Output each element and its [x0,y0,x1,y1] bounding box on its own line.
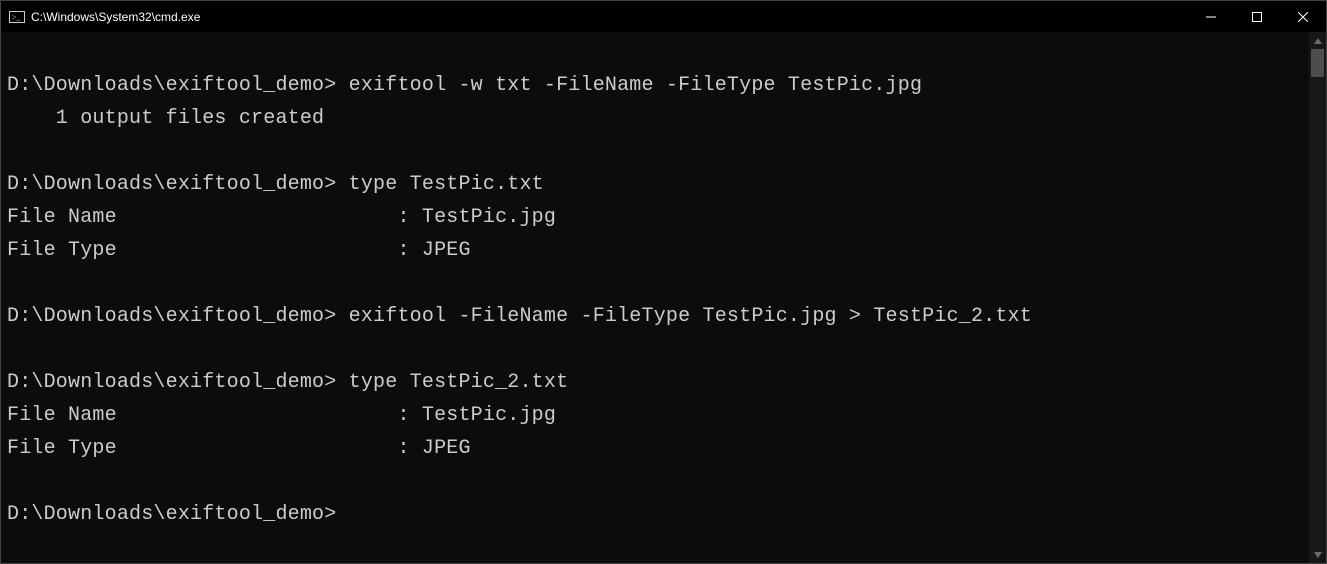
window-title: C:\Windows\System32\cmd.exe [31,10,200,24]
scroll-up-button[interactable] [1309,32,1326,49]
close-button[interactable] [1280,1,1326,32]
minimize-button[interactable] [1188,1,1234,32]
scroll-down-button[interactable] [1309,546,1326,563]
vertical-scrollbar[interactable] [1309,32,1326,563]
maximize-icon [1252,12,1262,22]
chevron-up-icon [1314,38,1322,44]
cmd-icon: >_ [9,9,25,25]
titlebar[interactable]: >_ C:\Windows\System32\cmd.exe [1,1,1326,32]
chevron-down-icon [1314,552,1322,558]
client-area: D:\Downloads\exiftool_demo> exiftool -w … [1,32,1326,563]
minimize-icon [1206,12,1216,22]
scroll-thumb[interactable] [1311,49,1324,77]
close-icon [1298,12,1308,22]
maximize-button[interactable] [1234,1,1280,32]
svg-text:>_: >_ [12,13,22,22]
terminal-output[interactable]: D:\Downloads\exiftool_demo> exiftool -w … [1,32,1309,563]
cmd-window: >_ C:\Windows\System32\cmd.exe D:\Downlo… [0,0,1327,564]
